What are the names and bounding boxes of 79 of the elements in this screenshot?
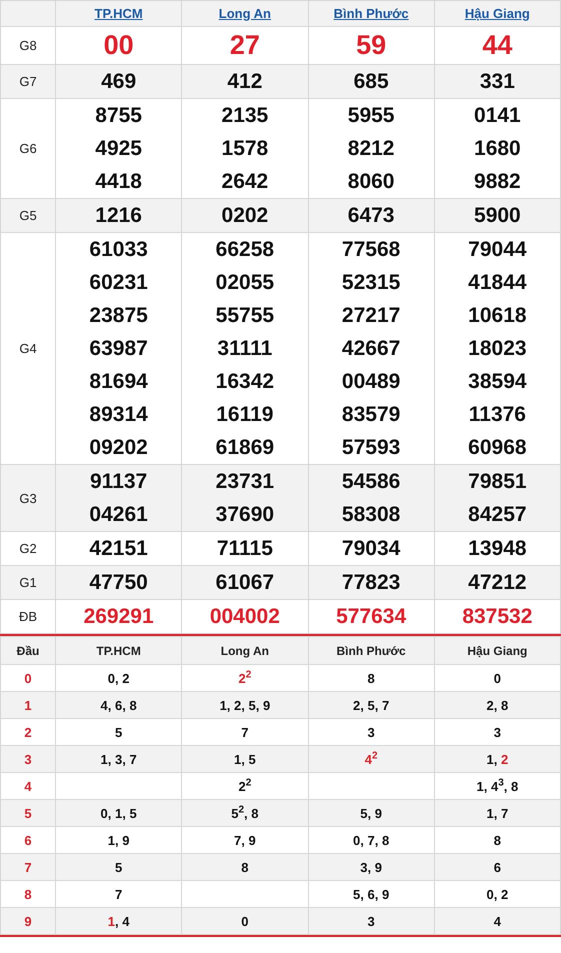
result-number: 89314 [88, 402, 149, 428]
result-number: 16119 [215, 402, 274, 428]
result-number: 77568 [340, 237, 402, 263]
result-number: 58308 [340, 502, 402, 528]
result-number: 91137 [89, 469, 148, 495]
result-number: 4925 [94, 136, 143, 162]
result-number: 837532 [461, 604, 534, 630]
result-number: 8755 [94, 103, 143, 129]
result-number: 8212 [346, 136, 396, 162]
result-number: 66258 [214, 237, 276, 263]
result-number: 44 [481, 29, 514, 62]
result-number: 1216 [94, 203, 143, 229]
result-number: 41844 [467, 270, 528, 296]
result-number: 5900 [473, 203, 522, 229]
result-number: 577634 [335, 604, 408, 630]
prize-label: G6 [0, 98, 56, 198]
result-number: 2642 [220, 169, 270, 195]
result-number: 77823 [340, 570, 402, 596]
result-number: 61033 [88, 237, 149, 263]
result-number: 63987 [88, 336, 149, 362]
prize-label: G4 [0, 232, 56, 464]
result-number: 57593 [340, 435, 402, 461]
result-number: 23731 [214, 469, 276, 495]
result-number: 0141 [473, 103, 522, 129]
result-number: 10618 [467, 303, 528, 329]
result-number: 52315 [340, 270, 402, 296]
result-number: 2135 [220, 103, 270, 129]
result-number: 0202 [220, 203, 270, 229]
result-number: 004002 [208, 604, 281, 630]
result-number: 269291 [82, 604, 155, 630]
result-number: 83579 [340, 402, 402, 428]
result-number: 42667 [340, 336, 402, 362]
result-number: 59 [355, 29, 388, 62]
result-number: 47750 [88, 570, 149, 596]
result-number: 11376 [468, 402, 527, 428]
result-number: 18023 [467, 336, 528, 362]
column-header: Hậu Giang [434, 636, 560, 664]
result-number: 55755 [214, 303, 276, 329]
result-number: 02055 [214, 270, 276, 296]
result-number: 09202 [88, 435, 149, 461]
result-number: 60968 [467, 435, 528, 461]
result-number: 00 [102, 29, 135, 62]
result-number: 38594 [467, 369, 528, 395]
column-header: TP.HCM [56, 636, 182, 664]
result-number: 5955 [346, 103, 396, 129]
result-number: 37690 [214, 502, 276, 528]
result-number: 79034 [340, 536, 402, 562]
result-number: 79851 [467, 469, 528, 495]
result-number: 42151 [88, 536, 149, 562]
result-number: 00489 [340, 369, 402, 395]
result-number: 60231 [88, 270, 149, 296]
result-number: 47212 [467, 570, 528, 596]
result-number: 81694 [88, 369, 149, 395]
result-number: 27 [228, 29, 261, 62]
result-number: 4418 [94, 169, 143, 195]
result-number: 23875 [88, 303, 149, 329]
result-number: 469 [100, 69, 138, 95]
result-number: 1680 [473, 136, 522, 162]
result-number: 6473 [346, 203, 396, 229]
column-header: Đầu [0, 636, 56, 664]
column-header: Long An [182, 636, 308, 664]
result-number: 331 [478, 69, 516, 95]
result-number: 27217 [340, 303, 402, 329]
result-number: 71115 [216, 536, 274, 562]
result-number: 54586 [340, 469, 402, 495]
result-number: 1578 [220, 136, 270, 162]
result-number: 9882 [473, 169, 522, 195]
column-header: Bình Phước [308, 636, 434, 664]
result-number: 685 [352, 69, 390, 95]
result-number: 13948 [467, 536, 528, 562]
result-number: 412 [226, 69, 264, 95]
result-number: 31111 [216, 336, 274, 362]
result-number: 8060 [346, 169, 396, 195]
result-number: 04261 [88, 502, 149, 528]
result-number: 84257 [467, 502, 528, 528]
result-number: 16342 [214, 369, 276, 395]
result-number: 61067 [214, 570, 276, 596]
result-number: 61869 [214, 435, 276, 461]
result-number: 79044 [467, 237, 528, 263]
